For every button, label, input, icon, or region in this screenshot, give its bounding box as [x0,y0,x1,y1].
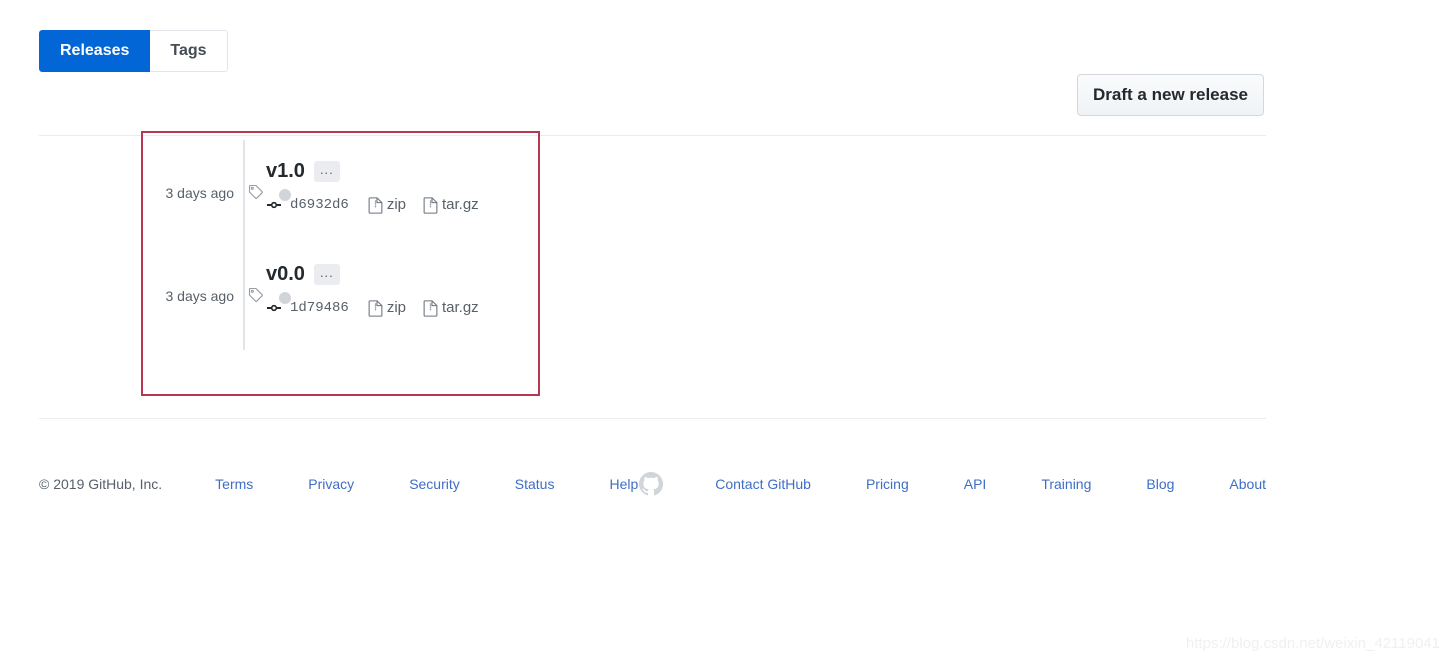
release-asset-targz-label: tar.gz [442,299,479,316]
footer-link-about[interactable]: About [1229,474,1266,494]
release-menu-button[interactable]: ... [313,263,340,285]
watermark-text: https://blog.csdn.net/weixin_42119041 [1185,635,1440,652]
file-targz-icon [423,299,438,317]
release-version-title[interactable]: v0.0 [266,261,305,287]
release-asset-zip-label: zip [386,196,406,213]
release-assets-row: d6932d6 zip tar.gz [266,195,496,215]
footer-link-terms[interactable]: Terms [215,474,253,494]
releases-tags-tabs: Releases Tags [39,30,228,72]
release-commit-hash[interactable]: d6932d6 [290,195,349,215]
footer-link-api[interactable]: API [964,474,987,494]
release-asset-targz[interactable]: tar.gz [423,298,479,318]
footer-link-blog[interactable]: Blog [1146,474,1174,494]
footer-link-status[interactable]: Status [515,474,555,494]
tab-tags[interactable]: Tags [150,30,228,72]
footer-link-pricing[interactable]: Pricing [866,474,909,494]
release-published-date: 3 days ago [165,288,235,304]
release-row: 3 days ago v1.0 ... d6932d6 zip tar.gz [39,158,559,238]
release-body: v1.0 ... d6932d6 zip tar.gz [266,158,496,215]
footer-link-contact-github[interactable]: Contact GitHub [715,474,811,494]
footer-link-security[interactable]: Security [409,474,460,494]
content-divider-top [39,135,1266,136]
footer-right-links: Contact GitHub Pricing API Training Blog… [715,470,1266,498]
release-menu-button[interactable]: ... [313,160,340,182]
content-divider-bottom [39,418,1266,419]
release-published-date: 3 days ago [165,185,235,201]
copyright-text: © 2019 GitHub, Inc. [39,476,163,492]
github-logo-icon[interactable] [639,472,663,496]
file-targz-icon [423,196,438,214]
draft-new-release-button[interactable]: Draft a new release [1077,74,1264,116]
release-assets-row: 1d79486 zip tar.gz [266,298,496,318]
release-commit-hash[interactable]: 1d79486 [290,298,349,318]
tag-icon [248,287,264,303]
release-asset-zip[interactable]: zip [368,298,406,318]
release-asset-targz[interactable]: tar.gz [423,195,479,215]
release-row: 3 days ago v0.0 ... 1d79486 zip tar.gz [39,261,559,341]
file-zip-icon [368,299,383,317]
page-footer: © 2019 GitHub, Inc. Terms Privacy Securi… [39,470,1266,500]
footer-link-privacy[interactable]: Privacy [308,474,354,494]
release-title-row: v1.0 ... [266,158,496,184]
footer-link-help[interactable]: Help [609,474,638,494]
release-title-row: v0.0 ... [266,261,496,287]
tab-releases[interactable]: Releases [39,30,151,72]
commit-icon [266,197,282,213]
release-asset-targz-label: tar.gz [442,196,479,213]
commit-icon [266,300,282,316]
release-version-title[interactable]: v1.0 [266,158,305,184]
release-asset-zip-label: zip [386,299,406,316]
footer-link-training[interactable]: Training [1041,474,1091,494]
footer-left-links: © 2019 GitHub, Inc. Terms Privacy Securi… [39,470,693,498]
tag-icon [248,184,264,200]
release-body: v0.0 ... 1d79486 zip tar.gz [266,261,496,318]
release-asset-zip[interactable]: zip [368,195,406,215]
file-zip-icon [368,196,383,214]
